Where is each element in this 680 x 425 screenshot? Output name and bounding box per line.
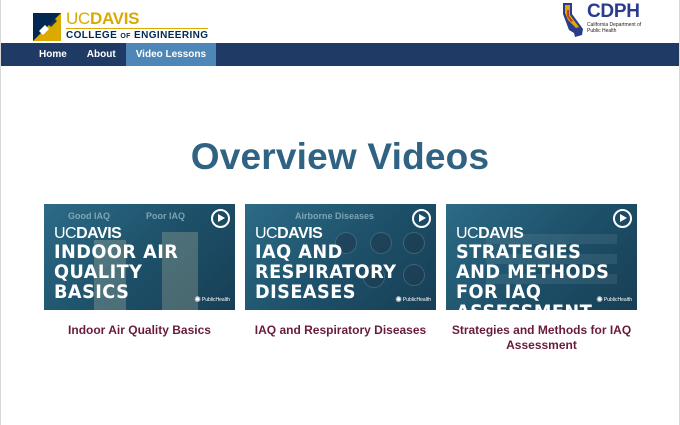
page: UCDAVIS COLLEGE OF ENGINEERING CDPH Cali…	[0, 0, 680, 425]
sun-icon: ✺	[596, 295, 603, 304]
video-card: UCDAVIS STRATEGIES AND METHODS FOR IAQ A…	[446, 204, 637, 353]
thumb-label-airborne-diseases: Airborne Diseases	[295, 211, 375, 221]
ucdavis-shield-icon	[33, 12, 61, 41]
public-health-badge: ✺ PublicHealth	[596, 295, 632, 304]
public-health-badge: ✺ PublicHealth	[395, 295, 431, 304]
page-title: Overview Videos	[190, 136, 490, 177]
nav-home[interactable]: Home	[29, 43, 77, 66]
video-thumbnail-iaq-assessment[interactable]: UCDAVIS STRATEGIES AND METHODS FOR IAQ A…	[446, 204, 637, 310]
video-caption-link[interactable]: Indoor Air Quality Basics	[44, 323, 235, 338]
thumb-ucdavis-wordmark: UCDAVIS	[54, 225, 122, 242]
video-thumbnail-iaq-respiratory[interactable]: Airborne Diseases UCDAVIS IAQ AND RESPIR…	[245, 204, 436, 310]
cdph-wordmark: CDPH	[587, 1, 640, 22]
cdph-logo[interactable]: CDPH California Department of Public Hea…	[561, 2, 645, 38]
ucdavis-wordmark: UCDAVIS	[66, 9, 140, 28]
thumb-label-good-iaq: Good IAQ	[68, 211, 110, 221]
thumb-label-poor-iaq: Poor IAQ	[146, 211, 186, 221]
sun-icon: ✺	[194, 295, 201, 304]
nav-about[interactable]: About	[77, 43, 126, 66]
video-grid: Good IAQ Poor IAQ UCDAVIS INDOOR AIR QUA…	[44, 204, 638, 364]
thumb-title: INDOOR AIR QUALITY BASICS	[54, 241, 179, 303]
video-caption-link[interactable]: Strategies and Methods for IAQ Assessmen…	[446, 323, 637, 353]
nav-video-lessons[interactable]: Video Lessons	[125, 43, 217, 66]
sun-icon: ✺	[395, 295, 402, 304]
play-icon[interactable]	[613, 209, 632, 228]
play-icon[interactable]	[412, 209, 431, 228]
thumb-ucdavis-wordmark: UCDAVIS	[456, 225, 524, 242]
main-nav: Home About Video Lessons	[1, 43, 679, 66]
play-icon[interactable]	[211, 209, 230, 228]
site-header: UCDAVIS COLLEGE OF ENGINEERING CDPH Cali…	[1, 0, 679, 43]
college-of-engineering-label: COLLEGE OF ENGINEERING	[66, 28, 209, 41]
ucdavis-engineering-logo[interactable]: UCDAVIS COLLEGE OF ENGINEERING	[33, 9, 209, 43]
video-caption-link[interactable]: IAQ and Respiratory Diseases	[245, 323, 436, 338]
video-card: Airborne Diseases UCDAVIS IAQ AND RESPIR…	[245, 204, 436, 338]
cdph-subtitle: California Department of Public Health	[587, 22, 642, 34]
public-health-badge: ✺ PublicHealth	[194, 295, 230, 304]
thumb-ucdavis-wordmark: UCDAVIS	[255, 225, 323, 242]
thumb-title: IAQ AND RESPIRATORY DISEASES	[255, 241, 397, 303]
video-thumbnail-iaq-basics[interactable]: Good IAQ Poor IAQ UCDAVIS INDOOR AIR QUA…	[44, 204, 235, 310]
video-card: Good IAQ Poor IAQ UCDAVIS INDOOR AIR QUA…	[44, 204, 235, 338]
california-map-icon	[561, 2, 585, 38]
